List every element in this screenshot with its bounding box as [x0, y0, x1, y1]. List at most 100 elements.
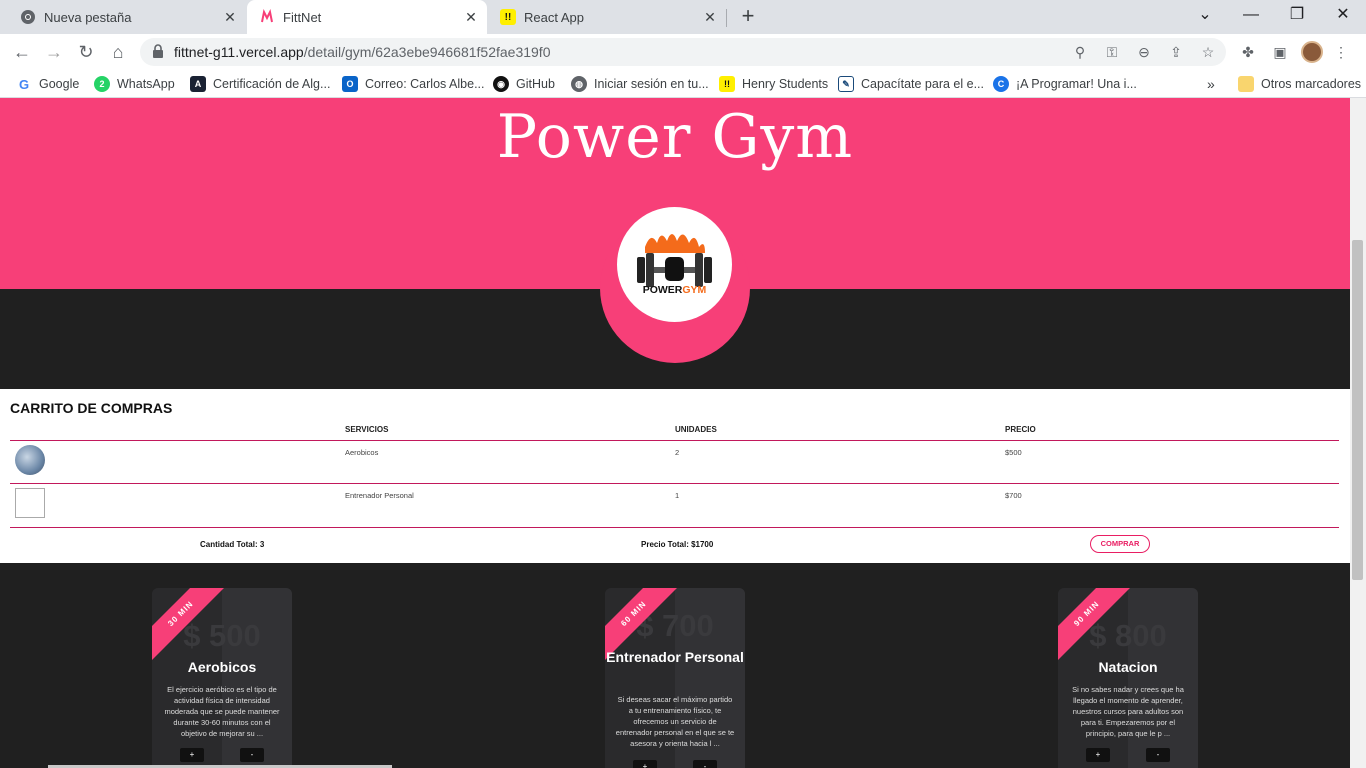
total-price: Precio Total: $1700 — [641, 540, 714, 549]
add-button[interactable]: + — [1086, 748, 1110, 762]
menu-icon[interactable]: ⋮ — [1331, 42, 1351, 62]
c-icon: C — [993, 76, 1009, 92]
bookmark-programar[interactable]: C ¡A Programar! Una i... — [993, 75, 1137, 93]
scrollbar-thumb[interactable] — [1352, 240, 1363, 580]
forward-button[interactable]: → — [42, 40, 66, 64]
bookmarks-bar: G Google 2 WhatsApp A Certificación de Alg.… — [0, 70, 1366, 98]
bookmark-iniciar-sesion[interactable]: ◍ Iniciar sesión en tu... — [571, 75, 709, 93]
bookmark-google[interactable]: G Google — [16, 75, 79, 93]
outlook-icon: O — [342, 76, 358, 92]
bookmark-label: Henry Students — [742, 77, 829, 91]
back-button[interactable]: ← — [10, 40, 34, 64]
cart-title: CARRITO DE COMPRAS — [10, 400, 173, 416]
card-description: Si deseas sacar el máximo partido a tu e… — [615, 695, 735, 748]
header-units: UNIDADES — [675, 425, 717, 434]
bookmark-github[interactable]: ◉ GitHub — [493, 75, 555, 93]
tab-react-app[interactable]: !! React App ✕ — [488, 0, 726, 34]
remove-button[interactable]: - — [693, 760, 717, 768]
tab-separator — [726, 9, 727, 27]
close-window-button[interactable]: ✕ — [1320, 0, 1366, 30]
bookmark-whatsapp[interactable]: 2 WhatsApp — [94, 75, 175, 93]
lock-icon — [152, 44, 164, 58]
address-bar[interactable]: fittnet-g11.vercel.app/detail/gym/62a3eb… — [140, 38, 1226, 66]
card-name: Natacion — [1098, 659, 1158, 675]
logo-wordmark: POWERGYM — [617, 284, 732, 296]
gym-title: Power Gym — [496, 102, 854, 172]
buy-button[interactable]: COMPRAR — [1090, 535, 1150, 553]
cart-row-price: $500 — [1005, 448, 1022, 457]
card-description: Si no sabes nadar y crees que ha llegado… — [1072, 685, 1184, 738]
bookmark-label: Capacítate para el e... — [861, 77, 984, 91]
service-card-aerobicos: $ 500 30 MIN Aerobicos El ejercicio aeró… — [152, 588, 292, 768]
page-content: Power Gym POWERGYM CARRITO DE COMPRAS SE… — [0, 98, 1350, 768]
bookmark-label: Otros marcadores — [1261, 77, 1362, 91]
profile-avatar[interactable] — [1301, 41, 1323, 63]
cart-row-units: 2 — [675, 448, 680, 457]
bookmark-label: Correo: Carlos Albe... — [365, 77, 485, 91]
bookmark-label: Google — [39, 77, 80, 91]
cart-row-service: Aerobicos — [345, 448, 379, 457]
fittnet-icon — [259, 9, 275, 25]
doc-icon: ✎ — [838, 76, 854, 92]
total-quantity: Cantidad Total: 3 — [200, 540, 265, 549]
bookmark-label: ¡A Programar! Una i... — [1016, 77, 1137, 91]
henry-icon: !! — [719, 76, 735, 92]
add-button[interactable]: + — [180, 748, 204, 762]
remove-button[interactable]: - — [1146, 748, 1170, 762]
cart-row-service: Entrenador Personal — [345, 491, 414, 500]
new-tab-button[interactable]: + — [738, 5, 758, 27]
card-shade — [1128, 588, 1198, 768]
tab-fittnet[interactable]: FittNet ✕ — [247, 0, 487, 34]
bookmark-label: GitHub — [516, 77, 555, 91]
bookmark-otros[interactable]: Otros marcadores — [1238, 75, 1361, 93]
key-icon[interactable]: ⚿ — [1102, 42, 1122, 62]
bookmark-label: WhatsApp — [117, 77, 175, 91]
close-tab-icon[interactable]: ✕ — [222, 9, 238, 25]
globe-icon: ◍ — [571, 76, 587, 92]
divider — [10, 483, 1339, 484]
bookmark-label: Certificación de Alg... — [213, 77, 331, 91]
bookmark-capacitate[interactable]: ✎ Capacítate para el e... — [838, 75, 984, 93]
bookmark-certificacion[interactable]: A Certificación de Alg... — [190, 75, 330, 93]
side-panel-icon[interactable]: ▣ — [1270, 42, 1290, 62]
add-button[interactable]: + — [633, 760, 657, 768]
cart-row-price: $700 — [1005, 491, 1022, 500]
bookmark-correo[interactable]: O Correo: Carlos Albe... — [342, 75, 485, 93]
extensions-icon[interactable]: ✤ — [1238, 42, 1258, 62]
header-services: SERVICIOS — [345, 425, 389, 434]
divider — [10, 440, 1339, 441]
logo-text-power: POWER — [642, 284, 683, 296]
whatsapp-icon: 2 — [94, 76, 110, 92]
google-icon: G — [16, 76, 32, 92]
cart-row-units: 1 — [675, 491, 680, 500]
header-price: PRECIO — [1005, 425, 1036, 434]
close-tab-icon[interactable]: ✕ — [702, 9, 718, 25]
bookmark-henry[interactable]: !! Henry Students — [719, 75, 828, 93]
tab-title: Nueva pestaña — [44, 9, 132, 25]
share-icon[interactable]: ⇪ — [1166, 42, 1186, 62]
react-app-icon: !! — [500, 9, 516, 25]
tab-nueva-pestana[interactable]: Nueva pestaña ✕ — [0, 0, 246, 34]
tab-title: React App — [524, 9, 584, 25]
card-shade — [222, 588, 292, 768]
minimize-button[interactable]: — — [1228, 0, 1274, 30]
location-icon[interactable]: ⚲ — [1070, 42, 1090, 62]
tab-search-icon[interactable]: ⌄ — [1182, 0, 1228, 30]
star-icon[interactable]: ☆ — [1198, 42, 1218, 62]
home-button[interactable]: ⌂ — [106, 40, 130, 64]
more-bookmarks-button[interactable]: » — [1207, 75, 1215, 93]
toolbar: ← → ↻ ⌂ fittnet-g11.vercel.app/detail/gy… — [0, 34, 1366, 70]
close-tab-icon[interactable]: ✕ — [463, 9, 479, 25]
dumbbell-fist-icon — [637, 234, 712, 287]
url-text: fittnet-g11.vercel.app/detail/gym/62a3eb… — [174, 44, 550, 60]
url-path: /detail/gym/62a3ebe946681f52fae319f0 — [303, 44, 551, 60]
logo-text-gym: GYM — [682, 284, 707, 296]
service-card-natacion: $ 800 90 MIN Natacion Si no sabes nadar … — [1058, 588, 1198, 768]
remove-button[interactable]: - — [240, 748, 264, 762]
zoom-icon[interactable]: ⊖ — [1134, 42, 1154, 62]
card-name: Aerobicos — [187, 659, 257, 675]
service-card-entrenador: $ 700 60 MIN Entrenador Personal Si dese… — [605, 588, 745, 768]
reload-button[interactable]: ↻ — [74, 40, 98, 64]
tab-strip: Nueva pestaña ✕ FittNet ✕ !! React App ✕… — [0, 0, 1366, 34]
restore-button[interactable]: ❐ — [1274, 0, 1320, 30]
